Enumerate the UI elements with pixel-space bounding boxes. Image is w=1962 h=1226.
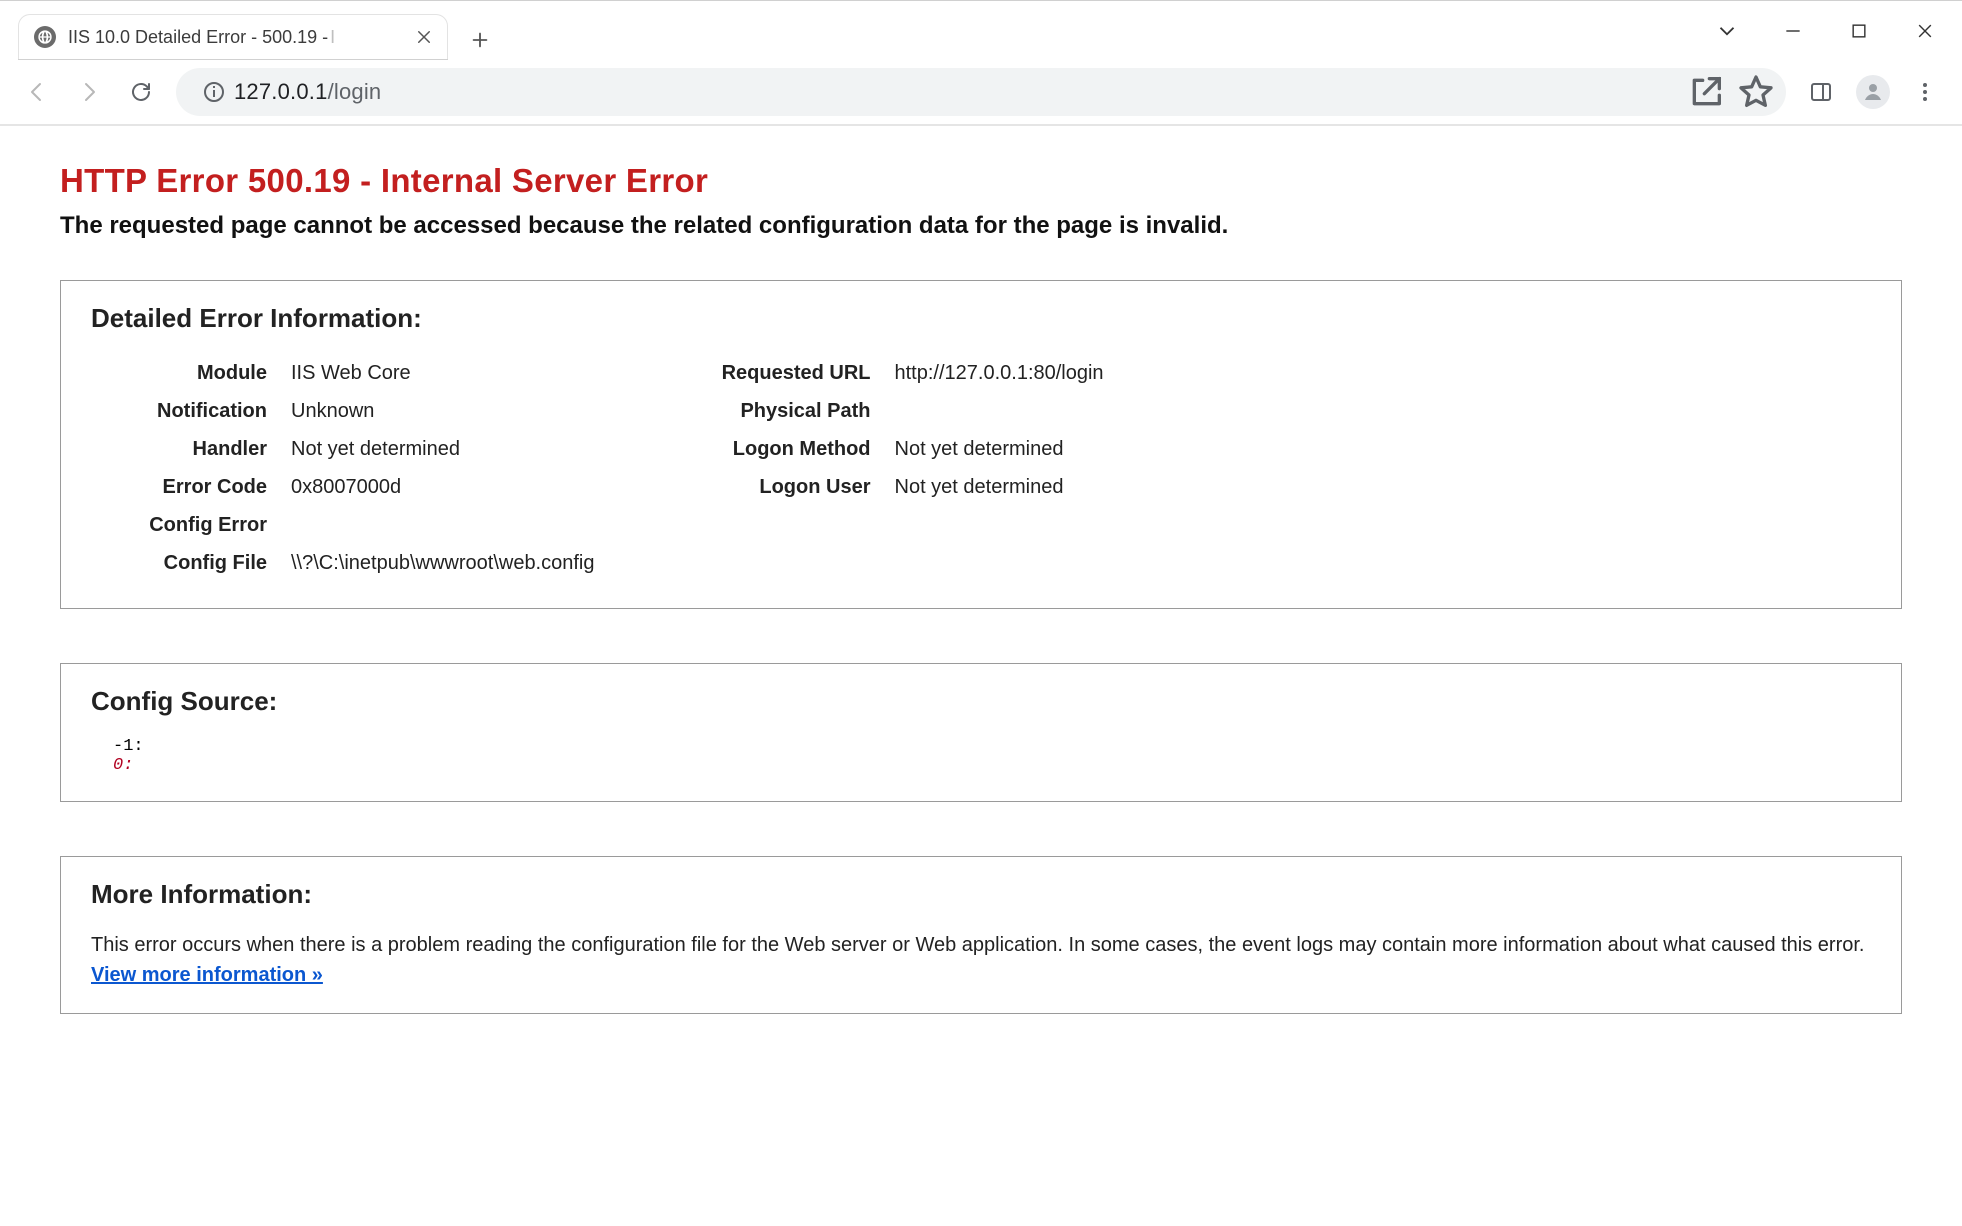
more-info-panel: More Information: This error occurs when… bbox=[60, 856, 1902, 1014]
browser-tab[interactable]: IIS 10.0 Detailed Error - 500.19 -I bbox=[18, 14, 448, 60]
detail-row: Error Code0x8007000d bbox=[91, 468, 595, 506]
view-more-link[interactable]: View more information » bbox=[91, 964, 323, 986]
detail-col-right: Requested URLhttp://127.0.0.1:80/login P… bbox=[675, 354, 1104, 582]
share-icon[interactable] bbox=[1686, 72, 1726, 112]
config-source-panel: Config Source: -1: 0: bbox=[60, 663, 1902, 802]
profile-avatar-button[interactable] bbox=[1848, 67, 1898, 117]
detail-row: HandlerNot yet determined bbox=[91, 430, 595, 468]
nav-forward-button[interactable] bbox=[64, 67, 114, 117]
window-minimize-button[interactable] bbox=[1762, 5, 1824, 57]
kebab-menu-button[interactable] bbox=[1900, 67, 1950, 117]
tab-title: IIS 10.0 Detailed Error - 500.19 -I bbox=[68, 27, 412, 48]
nav-back-button[interactable] bbox=[12, 67, 62, 117]
close-tab-icon[interactable] bbox=[412, 25, 436, 49]
site-info-icon[interactable] bbox=[194, 80, 234, 104]
address-bar-text: 127.0.0.1/login bbox=[234, 79, 1686, 105]
error-heading: HTTP Error 500.19 - Internal Server Erro… bbox=[60, 162, 1902, 200]
window-controls bbox=[1696, 1, 1962, 60]
detail-row: NotificationUnknown bbox=[91, 392, 595, 430]
tab-strip: IIS 10.0 Detailed Error - 500.19 -I bbox=[0, 1, 1696, 60]
avatar-icon bbox=[1856, 75, 1890, 109]
error-subheading: The requested page cannot be accessed be… bbox=[60, 212, 1902, 240]
detail-row: ModuleIIS Web Core bbox=[91, 354, 595, 392]
config-source-line: -1: bbox=[113, 737, 1871, 756]
detail-row: Config File\\?\C:\inetpub\wwwroot\web.co… bbox=[91, 544, 595, 582]
detail-row: Requested URLhttp://127.0.0.1:80/login bbox=[675, 354, 1104, 392]
window-titlebar: IIS 10.0 Detailed Error - 500.19 -I bbox=[0, 0, 1962, 60]
detailed-error-panel: Detailed Error Information: ModuleIIS We… bbox=[60, 280, 1902, 609]
detail-row: Logon MethodNot yet determined bbox=[675, 430, 1104, 468]
detailed-error-title: Detailed Error Information: bbox=[91, 303, 1871, 334]
bookmark-star-icon[interactable] bbox=[1736, 72, 1776, 112]
address-bar[interactable]: 127.0.0.1/login bbox=[176, 68, 1786, 116]
new-tab-button[interactable] bbox=[460, 20, 500, 60]
window-close-button[interactable] bbox=[1894, 5, 1956, 57]
config-source-title: Config Source: bbox=[91, 686, 1871, 717]
side-panel-button[interactable] bbox=[1796, 67, 1846, 117]
tab-search-button[interactable] bbox=[1696, 5, 1758, 57]
browser-toolbar: 127.0.0.1/login bbox=[0, 60, 1962, 126]
detail-row: Config Error bbox=[91, 506, 595, 544]
more-info-text: This error occurs when there is a proble… bbox=[91, 930, 1871, 960]
detail-col-left: ModuleIIS Web Core NotificationUnknown H… bbox=[91, 354, 595, 582]
window-maximize-button[interactable] bbox=[1828, 5, 1890, 57]
config-source-line: 0: bbox=[113, 756, 1871, 775]
nav-reload-button[interactable] bbox=[116, 67, 166, 117]
page-content: HTTP Error 500.19 - Internal Server Erro… bbox=[0, 126, 1962, 1054]
globe-icon bbox=[34, 26, 56, 48]
detail-row: Logon UserNot yet determined bbox=[675, 468, 1104, 506]
detail-row: Physical Path bbox=[675, 392, 1104, 430]
more-info-title: More Information: bbox=[91, 879, 1871, 910]
